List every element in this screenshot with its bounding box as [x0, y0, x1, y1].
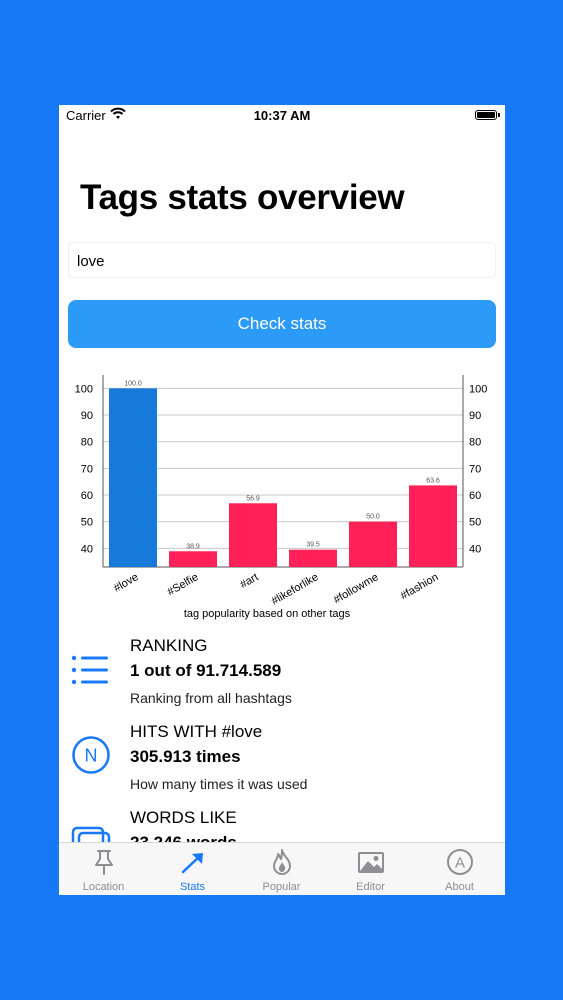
tab-location[interactable]: Location — [59, 843, 148, 895]
bar — [109, 388, 157, 567]
y-tick-label-right: 40 — [469, 543, 481, 555]
clock: 10:37 AM — [253, 108, 311, 123]
y-tick-label-right: 80 — [469, 437, 481, 449]
bar-value-label: 63.6 — [426, 477, 440, 484]
bar-value-label: 100.0 — [124, 380, 142, 387]
ranking-description: Ranking from all hashtags — [130, 690, 292, 706]
x-tick-label: #Selfie — [165, 571, 200, 598]
y-tick-label-right: 60 — [469, 490, 481, 502]
bar — [349, 521, 397, 567]
x-tick-label: #love — [112, 571, 141, 595]
hits-heading: HITS WITH #love — [130, 722, 263, 741]
bar-value-label: 50.0 — [366, 514, 380, 521]
bar — [289, 549, 337, 567]
bar — [229, 503, 277, 567]
tab-about-label: About — [445, 881, 474, 893]
status-bar: Carrier 10:37 AM — [59, 105, 505, 127]
y-tick-label-right: 100 — [469, 383, 487, 395]
tab-editor-label: Editor — [356, 881, 385, 893]
bar — [169, 551, 217, 567]
y-tick-label-left: 40 — [81, 543, 93, 555]
x-tick-label: #fashion — [398, 571, 440, 602]
tab-popular-label: Popular — [262, 881, 301, 893]
x-tick-label: #likeforlike — [269, 571, 320, 607]
tab-stats[interactable]: Stats — [148, 843, 237, 895]
y-tick-label-left: 70 — [81, 463, 93, 475]
tab-stats-label: Stats — [179, 881, 206, 893]
y-tick-label-left: 100 — [75, 383, 93, 395]
arrow-icon — [181, 853, 203, 874]
words-heading: WORDS LIKE — [130, 808, 237, 827]
bar-value-label: 38.9 — [186, 543, 200, 550]
y-tick-label-right: 90 — [469, 410, 481, 422]
image-icon — [358, 852, 384, 873]
x-axis-label: tag popularity based on other tags — [184, 608, 351, 620]
ranking-heading: RANKING — [130, 636, 208, 655]
flame-icon — [273, 849, 291, 875]
y-tick-label-right: 50 — [469, 517, 481, 529]
battery-icon — [475, 110, 497, 120]
y-tick-label-left: 50 — [81, 517, 93, 529]
tab-location-label: Location — [82, 881, 125, 893]
y-tick-label-left: 90 — [81, 410, 93, 422]
list-icon — [71, 655, 109, 690]
hits-description: How many times it was used — [130, 776, 308, 792]
page-title: Tags stats overview — [80, 178, 405, 217]
tab-editor[interactable]: Editor — [326, 843, 415, 895]
tag-popularity-chart: 40 40 50 50 60 60 70 70 80 80 90 90 100 100 100.0 #love… — [59, 367, 505, 627]
n-circle-icon: N — [71, 735, 111, 780]
tab-popular[interactable]: Popular — [237, 843, 326, 895]
y-tick-label-left: 60 — [81, 490, 93, 502]
y-tick-label-right: 70 — [469, 463, 481, 475]
about-icon: A — [447, 849, 473, 875]
x-tick-label: #followme — [332, 571, 381, 606]
tab-bar: Location Stats Popular Editor A About — [59, 842, 505, 895]
x-tick-label: #art — [238, 571, 260, 591]
n-circle-letter: N — [85, 746, 98, 766]
phone-screen: Carrier 10:37 AM Tags stats overview lov… — [59, 105, 505, 895]
about-letter: A — [455, 855, 465, 872]
tab-about[interactable]: A About — [415, 843, 504, 895]
bar-value-label: 56.9 — [246, 495, 260, 502]
ranking-value: 1 out of 91.714.589 — [130, 661, 282, 680]
y-tick-label-left: 80 — [81, 437, 93, 449]
check-stats-button[interactable]: Check stats — [68, 300, 496, 348]
bar-value-label: 39.5 — [306, 542, 320, 549]
tag-search-input[interactable]: love — [68, 242, 496, 278]
bar — [409, 485, 457, 567]
hits-value: 305.913 times — [130, 747, 241, 766]
pin-icon — [95, 850, 113, 875]
